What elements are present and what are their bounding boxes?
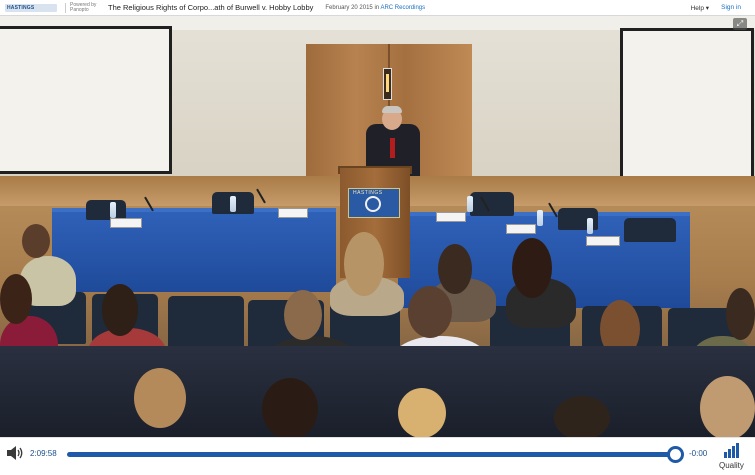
audience-head	[102, 284, 138, 336]
audience-head	[344, 232, 384, 296]
playback-controls: 2:09:58 -0:00 Quality	[0, 437, 755, 475]
audience-head	[0, 274, 32, 324]
logo-mark: HASTINGS	[5, 3, 57, 12]
seal-emblem	[365, 196, 381, 212]
audience-head	[554, 396, 610, 437]
signal-bars-icon	[724, 443, 739, 458]
top-bar: HASTINGS Powered by Panopto The Religiou…	[0, 0, 755, 16]
folder-link[interactable]: ARC Recordings	[380, 5, 425, 11]
sign-in-link[interactable]: Sign in	[721, 4, 741, 11]
nameplate	[110, 218, 142, 228]
audience-head	[408, 286, 452, 338]
water-bottle	[110, 202, 116, 218]
audience-head	[512, 238, 552, 298]
panel-chair	[86, 200, 126, 220]
seek-bar[interactable]	[67, 452, 678, 457]
front-row-seats	[0, 346, 755, 437]
wall-lamp	[383, 68, 392, 100]
powered-by-panopto: Powered by Panopto	[65, 2, 103, 13]
seek-handle[interactable]	[667, 446, 684, 463]
date-text: February 20 2015	[325, 4, 373, 11]
nameplate	[506, 224, 536, 234]
panel-chair	[624, 218, 676, 242]
projection-screen-right	[620, 28, 754, 186]
quality-label: Quality	[719, 461, 744, 470]
session-date: February 20 2015 in ARC Recordings	[325, 5, 425, 11]
panopto-viewer: HASTINGS Powered by Panopto The Religiou…	[0, 0, 755, 475]
audience-head	[726, 288, 755, 340]
water-bottle	[230, 196, 236, 212]
logo-text: HASTINGS	[7, 4, 35, 11]
hastings-logo[interactable]: HASTINGS	[0, 0, 57, 16]
nameplate	[586, 236, 620, 246]
video-player[interactable]: HASTINGS ⤢	[0, 16, 755, 437]
quality-button[interactable]: Quality	[719, 441, 749, 473]
elapsed-time: 2:09:58	[30, 449, 57, 458]
help-menu[interactable]: Help ▾	[691, 4, 709, 12]
audience-head	[284, 290, 322, 340]
remaining-time: -0:00	[689, 449, 708, 458]
audience-head	[700, 376, 755, 437]
projection-screen-left	[0, 26, 172, 174]
audience-head	[398, 388, 446, 437]
audience-head	[262, 378, 318, 437]
nameplate	[278, 208, 308, 218]
fullscreen-icon[interactable]: ⤢	[733, 18, 747, 30]
audience-head	[438, 244, 472, 294]
speaker-icon[interactable]	[6, 445, 24, 461]
nameplate	[436, 212, 466, 222]
session-title: The Religious Rights of Corpo...ath of B…	[108, 3, 314, 12]
seal-text: HASTINGS	[353, 190, 383, 196]
water-bottle	[587, 218, 593, 234]
panel-table-left	[52, 208, 336, 292]
water-bottle	[467, 196, 473, 212]
speaker-tie	[390, 138, 395, 158]
audience-head	[134, 368, 186, 428]
date-in: in	[374, 4, 380, 11]
water-bottle	[537, 210, 543, 226]
speaker-hair	[382, 106, 402, 113]
panel-chair	[470, 192, 514, 216]
audience-head	[22, 224, 50, 258]
